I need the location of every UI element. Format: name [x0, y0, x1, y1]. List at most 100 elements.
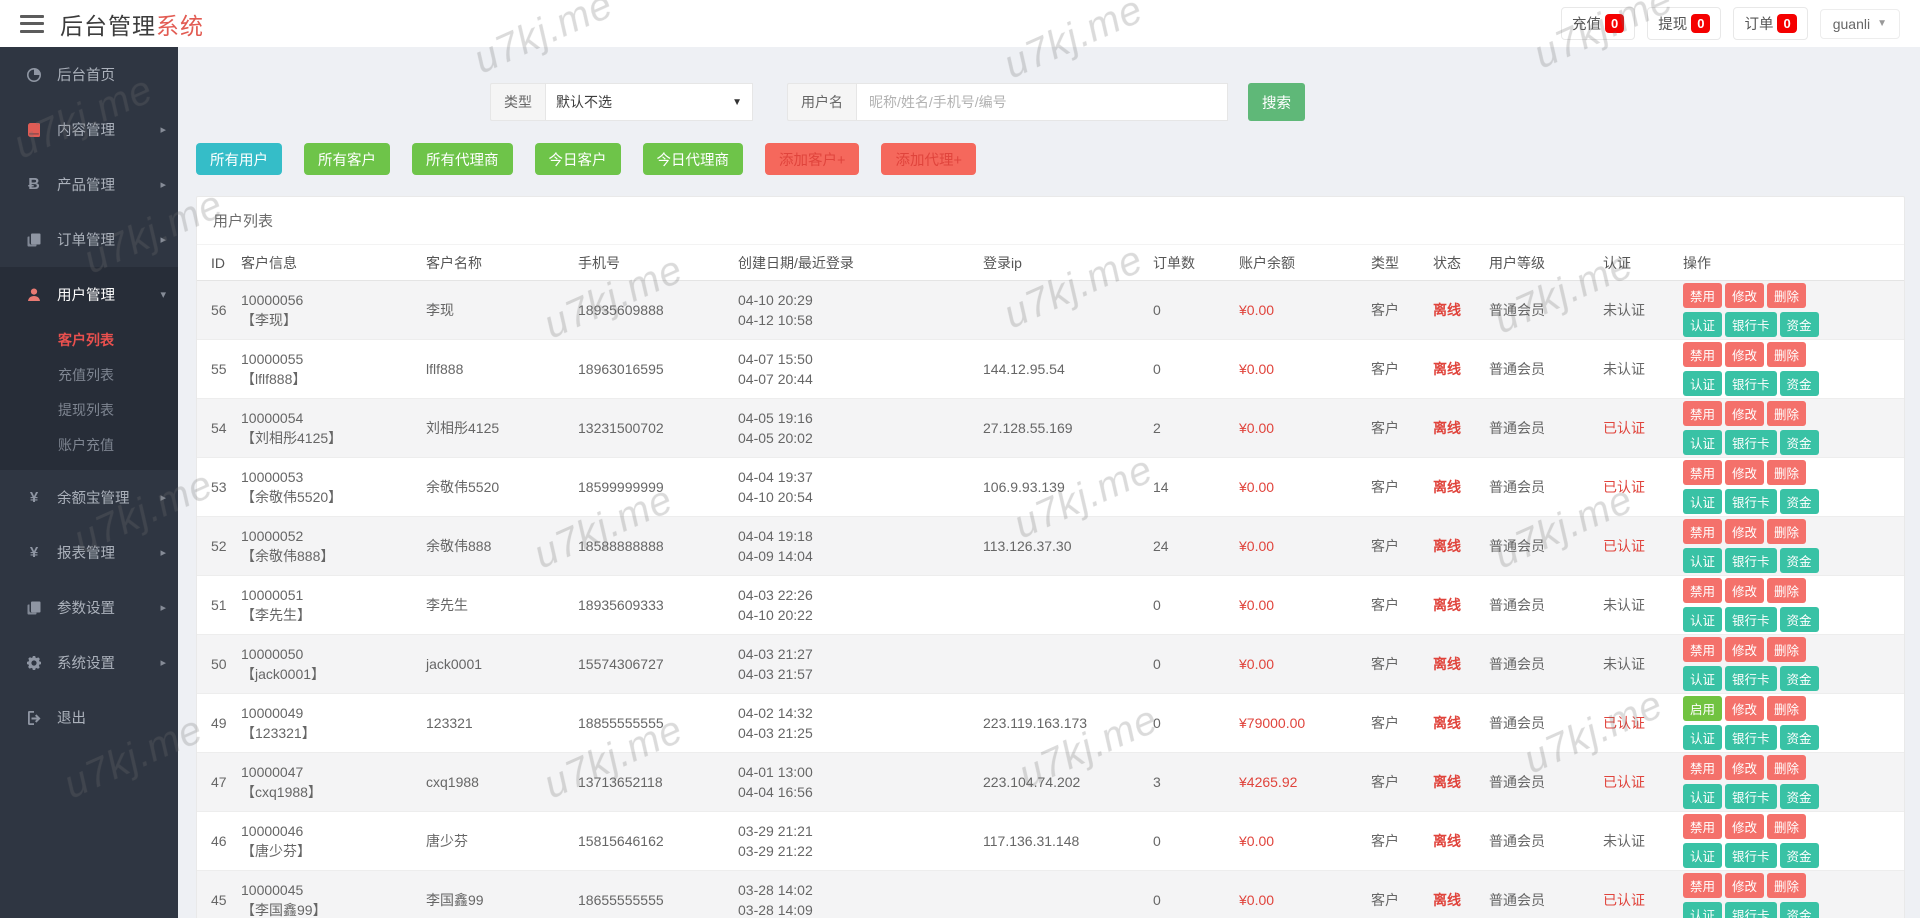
funds-button[interactable]: 资金: [1779, 489, 1819, 514]
auth-button[interactable]: 认证: [1683, 902, 1723, 918]
modify-button[interactable]: 修改: [1725, 460, 1765, 485]
funds-button[interactable]: 资金: [1779, 607, 1819, 632]
bank-card-button[interactable]: 银行卡: [1725, 666, 1777, 691]
toolbar-button-添加代理+[interactable]: 添加代理+: [881, 143, 976, 175]
delete-button[interactable]: 删除: [1767, 578, 1807, 603]
auth-button[interactable]: 认证: [1683, 725, 1723, 750]
auth-button[interactable]: 认证: [1683, 312, 1723, 337]
funds-button[interactable]: 资金: [1779, 371, 1819, 396]
modify-button[interactable]: 修改: [1725, 814, 1765, 839]
auth-button[interactable]: 认证: [1683, 607, 1723, 632]
delete-button[interactable]: 删除: [1767, 401, 1807, 426]
funds-button[interactable]: 资金: [1779, 784, 1819, 809]
auth-button[interactable]: 认证: [1683, 666, 1723, 691]
bank-card-button[interactable]: 银行卡: [1725, 725, 1777, 750]
stat-box-提现[interactable]: 提现 0: [1647, 7, 1722, 40]
sidebar-subitem-提现列表[interactable]: 提现列表: [0, 392, 178, 427]
bank-card-button[interactable]: 银行卡: [1725, 784, 1777, 809]
username-group: 用户名: [787, 83, 1228, 121]
bank-card-button[interactable]: 银行卡: [1725, 371, 1777, 396]
stat-box-充值[interactable]: 充值 0: [1561, 7, 1636, 40]
toolbar-button-所有客户[interactable]: 所有客户: [304, 143, 390, 175]
modify-button[interactable]: 修改: [1725, 342, 1765, 367]
sidebar-item-内容管理[interactable]: 内容管理 ▸: [0, 102, 178, 157]
cell-auth: 已认证: [1603, 774, 1645, 790]
toolbar-button-所有代理商[interactable]: 所有代理商: [412, 143, 513, 175]
toggle-enable-button[interactable]: 禁用: [1683, 519, 1723, 544]
bank-card-button[interactable]: 银行卡: [1725, 902, 1777, 918]
auth-button[interactable]: 认证: [1683, 371, 1723, 396]
toolbar-button-今日代理商[interactable]: 今日代理商: [642, 143, 743, 175]
toggle-enable-button[interactable]: 禁用: [1683, 283, 1723, 308]
toggle-enable-button[interactable]: 禁用: [1683, 460, 1723, 485]
auth-button[interactable]: 认证: [1683, 843, 1723, 868]
toggle-enable-button[interactable]: 启用: [1683, 696, 1723, 721]
toggle-enable-button[interactable]: 禁用: [1683, 578, 1723, 603]
sidebar-item-余额宝管理[interactable]: ¥ 余额宝管理 ▸: [0, 470, 178, 525]
modify-button[interactable]: 修改: [1725, 637, 1765, 662]
bank-card-button[interactable]: 银行卡: [1725, 489, 1777, 514]
funds-button[interactable]: 资金: [1779, 902, 1819, 918]
funds-button[interactable]: 资金: [1779, 312, 1819, 337]
funds-button[interactable]: 资金: [1779, 548, 1819, 573]
hamburger-icon[interactable]: [20, 14, 44, 33]
funds-button[interactable]: 资金: [1779, 430, 1819, 455]
delete-button[interactable]: 删除: [1767, 873, 1807, 898]
sidebar-item-用户管理[interactable]: 用户管理 ▾: [0, 267, 178, 322]
auth-button[interactable]: 认证: [1683, 430, 1723, 455]
sidebar-item-系统设置[interactable]: 系统设置 ▸: [0, 635, 178, 690]
delete-button[interactable]: 删除: [1767, 283, 1807, 308]
stat-box-订单[interactable]: 订单 0: [1733, 7, 1808, 40]
sidebar-item-后台首页[interactable]: 后台首页: [0, 47, 178, 102]
modify-button[interactable]: 修改: [1725, 519, 1765, 544]
delete-button[interactable]: 删除: [1767, 637, 1807, 662]
bank-card-button[interactable]: 银行卡: [1725, 430, 1777, 455]
toggle-enable-button[interactable]: 禁用: [1683, 401, 1723, 426]
delete-button[interactable]: 删除: [1767, 755, 1807, 780]
auth-button[interactable]: 认证: [1683, 784, 1723, 809]
sidebar-subitem-账户充值[interactable]: 账户充值: [0, 427, 178, 462]
delete-button[interactable]: 删除: [1767, 460, 1807, 485]
toggle-enable-button[interactable]: 禁用: [1683, 873, 1723, 898]
modify-button[interactable]: 修改: [1725, 401, 1765, 426]
type-select[interactable]: 默认不选 ▼: [545, 83, 753, 121]
toolbar-button-今日客户[interactable]: 今日客户: [534, 143, 621, 175]
toggle-enable-button[interactable]: 禁用: [1683, 755, 1723, 780]
toggle-enable-button[interactable]: 禁用: [1683, 342, 1723, 367]
sidebar-item-报表管理[interactable]: ¥ 报表管理 ▸: [0, 525, 178, 580]
toolbar-button-添加客户+[interactable]: 添加客户+: [765, 143, 860, 175]
funds-button[interactable]: 资金: [1779, 843, 1819, 868]
user-menu[interactable]: guanli ▼: [1819, 8, 1900, 39]
sidebar-item-订单管理[interactable]: 订单管理 ▸: [0, 212, 178, 267]
cell-customer-info: 10000047 【cxq1988】: [241, 762, 426, 802]
bank-card-button[interactable]: 银行卡: [1725, 607, 1777, 632]
sidebar-subitem-充值列表[interactable]: 充值列表: [0, 357, 178, 392]
username-input[interactable]: [856, 83, 1228, 121]
modify-button[interactable]: 修改: [1725, 755, 1765, 780]
search-button[interactable]: 搜索: [1248, 83, 1305, 121]
modify-button[interactable]: 修改: [1725, 283, 1765, 308]
sidebar-item-参数设置[interactable]: 参数设置 ▸: [0, 580, 178, 635]
cell-login-ip: 223.104.74.202: [983, 774, 1081, 790]
bank-card-button[interactable]: 银行卡: [1725, 548, 1777, 573]
sidebar-item-产品管理[interactable]: Ƀ 产品管理 ▸: [0, 157, 178, 212]
bank-card-button[interactable]: 银行卡: [1725, 843, 1777, 868]
modify-button[interactable]: 修改: [1725, 696, 1765, 721]
auth-button[interactable]: 认证: [1683, 489, 1723, 514]
sidebar-item-退出[interactable]: 退出: [0, 690, 178, 745]
toggle-enable-button[interactable]: 禁用: [1683, 637, 1723, 662]
funds-button[interactable]: 资金: [1779, 725, 1819, 750]
modify-button[interactable]: 修改: [1725, 873, 1765, 898]
table-row: 49 10000049 【123321】 123321 18855555555 04-02…: [197, 694, 1904, 753]
delete-button[interactable]: 删除: [1767, 342, 1807, 367]
sidebar-subitem-客户列表[interactable]: 客户列表: [0, 322, 178, 357]
auth-button[interactable]: 认证: [1683, 548, 1723, 573]
bank-card-button[interactable]: 银行卡: [1725, 312, 1777, 337]
delete-button[interactable]: 删除: [1767, 814, 1807, 839]
funds-button[interactable]: 资金: [1779, 666, 1819, 691]
modify-button[interactable]: 修改: [1725, 578, 1765, 603]
delete-button[interactable]: 删除: [1767, 519, 1807, 544]
toolbar-button-所有用户[interactable]: 所有用户: [196, 143, 282, 175]
delete-button[interactable]: 删除: [1767, 696, 1807, 721]
toggle-enable-button[interactable]: 禁用: [1683, 814, 1723, 839]
